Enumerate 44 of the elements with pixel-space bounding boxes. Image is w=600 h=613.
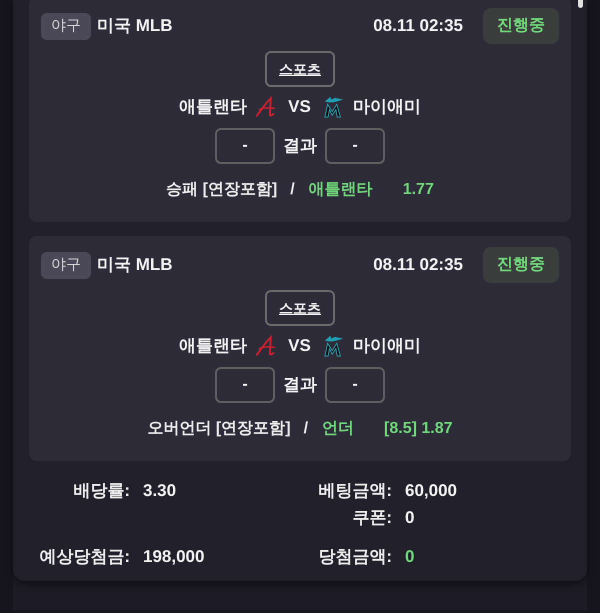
summary-value: 0 [405,546,414,568]
team-logo-icon [255,96,276,118]
separator-slash: / [290,180,295,200]
separator-slash: / [304,419,308,439]
team-name: 애틀랜타 [179,335,248,358]
pick-name: 애틀랜타 [308,180,373,200]
bet-market: 승패 [연장포함] [166,180,278,200]
summary-value: 60,000 [405,480,457,502]
team-logo-icon [322,335,345,357]
bet-market: 오버언더 [연장포함] [147,419,291,439]
status-badge: 진행중 [483,8,559,44]
odds-value: 1.77 [402,180,434,200]
match-datetime: 08.11 02:35 [373,15,463,38]
status-badge: 진행중 [483,247,559,283]
score-display: - [325,128,385,164]
summary-label: 쿠폰: [351,507,392,529]
summary-value: 3.30 [143,480,176,502]
category-link[interactable]: 스포츠 [265,290,335,326]
team-logo-icon [255,335,276,357]
summary-value: 198,000 [143,546,204,568]
sport-badge: 야구 [41,252,91,278]
score-display: - [325,367,385,403]
category-link[interactable]: 스포츠 [265,51,335,87]
summary-label: 당첨금액: [317,546,392,568]
result-label: 결과 [283,374,317,396]
match-datetime: 08.11 02:35 [373,254,463,276]
score-display: - [215,128,275,164]
summary-label: 예상당첨금: [38,546,130,568]
sport-badge: 야구 [41,12,91,40]
league-title: 미국 MLB [97,254,173,276]
score-display: - [215,367,275,403]
summary-label: 배당률: [72,480,130,502]
result-label: 결과 [283,135,317,158]
summary-label: 베팅금액: [317,480,392,502]
league-title: 미국 MLB [97,15,173,38]
team-name: 애틀랜타 [179,96,248,118]
pick-name: 언더 [322,419,354,439]
summary-value: 0 [405,507,414,529]
odds-value: [8.5] 1.87 [384,419,453,439]
team-name: 마이애미 [352,96,421,118]
team-logo-icon [322,96,345,118]
team-name: 마이애미 [352,335,421,358]
vs-label: VS [288,96,311,118]
vs-label: VS [288,335,311,358]
